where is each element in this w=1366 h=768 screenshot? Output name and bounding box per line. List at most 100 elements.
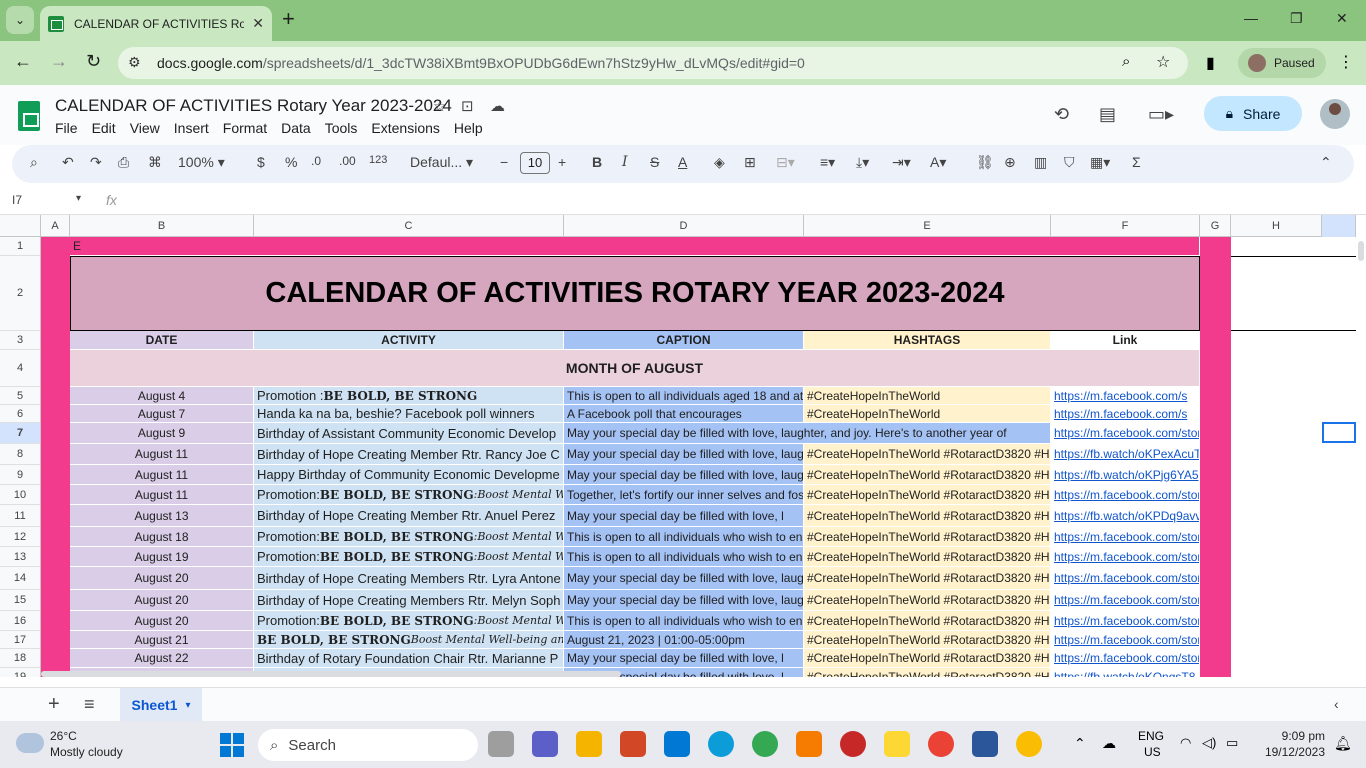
cell-link[interactable]: https://m.facebook.com/stor bbox=[1051, 649, 1200, 668]
redo-icon[interactable]: ↷ bbox=[90, 154, 102, 171]
link-text[interactable]: https://m.facebook.com/s bbox=[1054, 389, 1187, 403]
cell-date[interactable]: August 9 bbox=[70, 423, 254, 444]
row-header[interactable]: 7 bbox=[0, 423, 40, 444]
row-header[interactable]: 10 bbox=[0, 485, 40, 505]
cell-hashtags[interactable]: #CreateHopeInTheWorld #RotaractD3820 #H bbox=[804, 668, 1051, 677]
cell-link[interactable]: https://m.facebook.com/stor bbox=[1051, 547, 1200, 567]
url-text[interactable]: docs.google.com/spreadsheets/d/1_3dcTW38… bbox=[157, 55, 805, 71]
tray-app-icon[interactable]: ☁ bbox=[1102, 735, 1116, 752]
cell-link[interactable]: https://m.facebook.com/stor bbox=[1051, 527, 1200, 547]
strikethrough-icon[interactable]: S bbox=[650, 154, 659, 170]
cell-caption[interactable]: This is open to all individuals who wish… bbox=[564, 527, 804, 547]
version-history-icon[interactable]: ⟲ bbox=[1054, 104, 1069, 125]
cloud-status-icon[interactable]: ☁ bbox=[490, 97, 505, 115]
move-folder-icon[interactable]: ⊡ bbox=[461, 97, 474, 115]
link-text[interactable]: https://m.facebook.com/stor bbox=[1054, 571, 1199, 585]
menu-extensions[interactable]: Extensions bbox=[371, 120, 439, 136]
share-button[interactable]: 🔒︎ Share bbox=[1204, 96, 1302, 131]
cell-activity[interactable]: Birthday of Hope Creating Members Rtr. M… bbox=[254, 590, 564, 611]
side-panel-icon[interactable]: ▮ bbox=[1206, 53, 1215, 73]
sheet-tab[interactable]: Sheet1 ▾ bbox=[120, 688, 202, 722]
header-date[interactable]: DATE bbox=[70, 331, 254, 350]
forward-icon[interactable]: → bbox=[50, 51, 68, 72]
italic-icon[interactable]: I bbox=[622, 154, 628, 170]
cell-link[interactable]: https://m.facebook.com/stor bbox=[1051, 485, 1200, 505]
row-header[interactable]: 3 bbox=[0, 331, 40, 350]
cell-caption[interactable]: A Facebook poll that encourages bbox=[564, 405, 804, 423]
cell-date[interactable]: August 11 bbox=[70, 485, 254, 505]
row-header[interactable]: 8 bbox=[0, 444, 40, 465]
column-header-c[interactable]: C bbox=[254, 215, 564, 237]
cell-caption[interactable]: May your special day be filled with love… bbox=[564, 423, 1051, 444]
cell-date[interactable]: August 19 bbox=[70, 547, 254, 567]
row-header[interactable]: 1 bbox=[0, 237, 40, 256]
more-formats-button[interactable]: 123 bbox=[369, 154, 387, 166]
notifications-icon[interactable]: 🔔︎ bbox=[1334, 735, 1352, 752]
powerpoint-icon[interactable] bbox=[620, 731, 646, 757]
cell-activity[interactable]: Birthday of Hope Creating Members Rtr. L… bbox=[254, 567, 564, 590]
cell-date[interactable]: August 20 bbox=[70, 567, 254, 590]
cell-date[interactable]: August 7 bbox=[70, 405, 254, 423]
back-icon[interactable]: ← bbox=[14, 51, 32, 72]
cell-link[interactable]: https://m.facebook.com/stor bbox=[1051, 567, 1200, 590]
column-header-h[interactable]: H bbox=[1231, 215, 1322, 237]
reload-icon[interactable]: ↻ bbox=[86, 51, 101, 72]
link-text[interactable]: https://fb.watch/oKPDq9avv bbox=[1054, 509, 1199, 523]
cell-caption[interactable]: August 21, 2023 | 01:00-05:00pm bbox=[564, 631, 804, 649]
star-icon[interactable]: ☆ bbox=[433, 97, 446, 115]
vscode-icon[interactable] bbox=[664, 731, 690, 757]
cell-hashtags[interactable]: #CreateHopeInTheWorld #RotaractD3820 #H bbox=[804, 590, 1051, 611]
merge-cells-icon[interactable]: ⊟▾ bbox=[776, 154, 795, 171]
link-text[interactable]: https://m.facebook.com/s bbox=[1054, 407, 1187, 421]
cell-hashtags[interactable]: #CreateHopeInTheWorld #RotaractD3820 #H bbox=[804, 485, 1051, 505]
column-header-g[interactable]: G bbox=[1200, 215, 1231, 237]
tray-overflow-icon[interactable]: ⌃ bbox=[1074, 735, 1086, 752]
row-header[interactable]: 9 bbox=[0, 465, 40, 485]
bold-icon[interactable]: B bbox=[592, 154, 602, 170]
collapse-toolbar-icon[interactable]: ⌃ bbox=[1320, 154, 1332, 171]
link-text[interactable]: https://m.facebook.com/stor bbox=[1054, 614, 1199, 628]
paint-format-icon[interactable]: ⌘ bbox=[148, 154, 162, 171]
cell-activity[interactable]: Promotion: BE BOLD, BE STRONG:Boost Ment… bbox=[254, 547, 564, 567]
decrease-decimal-button[interactable]: .0 bbox=[311, 154, 321, 168]
edge-icon[interactable] bbox=[708, 731, 734, 757]
cell-link[interactable]: https://m.facebook.com/stor bbox=[1051, 611, 1200, 631]
zoom-select[interactable]: 100% ▾ bbox=[178, 154, 225, 171]
cell-date[interactable]: August 20 bbox=[70, 590, 254, 611]
currency-format-button[interactable]: $ bbox=[257, 154, 265, 170]
cell-date[interactable]: August 4 bbox=[70, 387, 254, 405]
menu-file[interactable]: File bbox=[55, 120, 78, 136]
menu-insert[interactable]: Insert bbox=[174, 120, 209, 136]
column-header-e[interactable]: E bbox=[804, 215, 1051, 237]
cell-hashtags[interactable]: #CreateHopeInTheWorld #RotaractD3820 #H bbox=[804, 567, 1051, 590]
minimize-icon[interactable]: — bbox=[1244, 10, 1258, 26]
menu-edit[interactable]: Edit bbox=[92, 120, 116, 136]
search-menus-icon[interactable]: ⌕ bbox=[30, 154, 38, 171]
name-box-dropdown-icon[interactable]: ▾ bbox=[76, 193, 81, 204]
link-text[interactable]: https://m.facebook.com/stor bbox=[1054, 530, 1199, 544]
cell-activity[interactable]: Promotion: BE BOLD, BE STRONG:Boost Ment… bbox=[254, 611, 564, 631]
increase-font-size-icon[interactable]: + bbox=[558, 154, 566, 170]
app-icon[interactable] bbox=[840, 731, 866, 757]
insert-chart-icon[interactable]: ▥ bbox=[1034, 154, 1047, 171]
insert-link-icon[interactable]: ⛓ bbox=[976, 154, 994, 171]
cell-caption[interactable]: This is open to all individuals aged 18 … bbox=[564, 387, 804, 405]
cell-activity[interactable]: Happy Birthday of Community Economic Dev… bbox=[254, 465, 564, 485]
row-header[interactable]: 14 bbox=[0, 567, 40, 590]
text-wrapping-icon[interactable]: ⇥▾ bbox=[892, 154, 911, 171]
language-region[interactable]: US bbox=[1144, 745, 1161, 759]
month-header[interactable]: MONTH OF AUGUST bbox=[70, 350, 1200, 387]
horizontal-align-icon[interactable]: ≡▾ bbox=[820, 154, 835, 171]
chrome-active-icon[interactable] bbox=[1016, 731, 1042, 757]
cell-link[interactable]: https://m.facebook.com/stor bbox=[1051, 590, 1200, 611]
cell-link[interactable]: https://m.facebook.com/s bbox=[1051, 387, 1200, 405]
insert-comment-icon[interactable]: ⊕ bbox=[1004, 154, 1016, 171]
weather-temperature[interactable]: 26°C bbox=[50, 729, 77, 743]
row-header[interactable]: 16 bbox=[0, 611, 40, 631]
comments-icon[interactable]: ▤ bbox=[1099, 104, 1116, 125]
cell-hashtags[interactable]: #CreateHopeInTheWorld bbox=[804, 387, 1051, 405]
cell-hashtags[interactable]: #CreateHopeInTheWorld #RotaractD3820 #H bbox=[804, 444, 1051, 465]
sheet-nav-left-icon[interactable]: ‹ bbox=[1334, 696, 1339, 712]
cell-caption[interactable]: This is open to all individuals who wish… bbox=[564, 611, 804, 631]
font-size-input[interactable]: 10 bbox=[520, 152, 550, 174]
